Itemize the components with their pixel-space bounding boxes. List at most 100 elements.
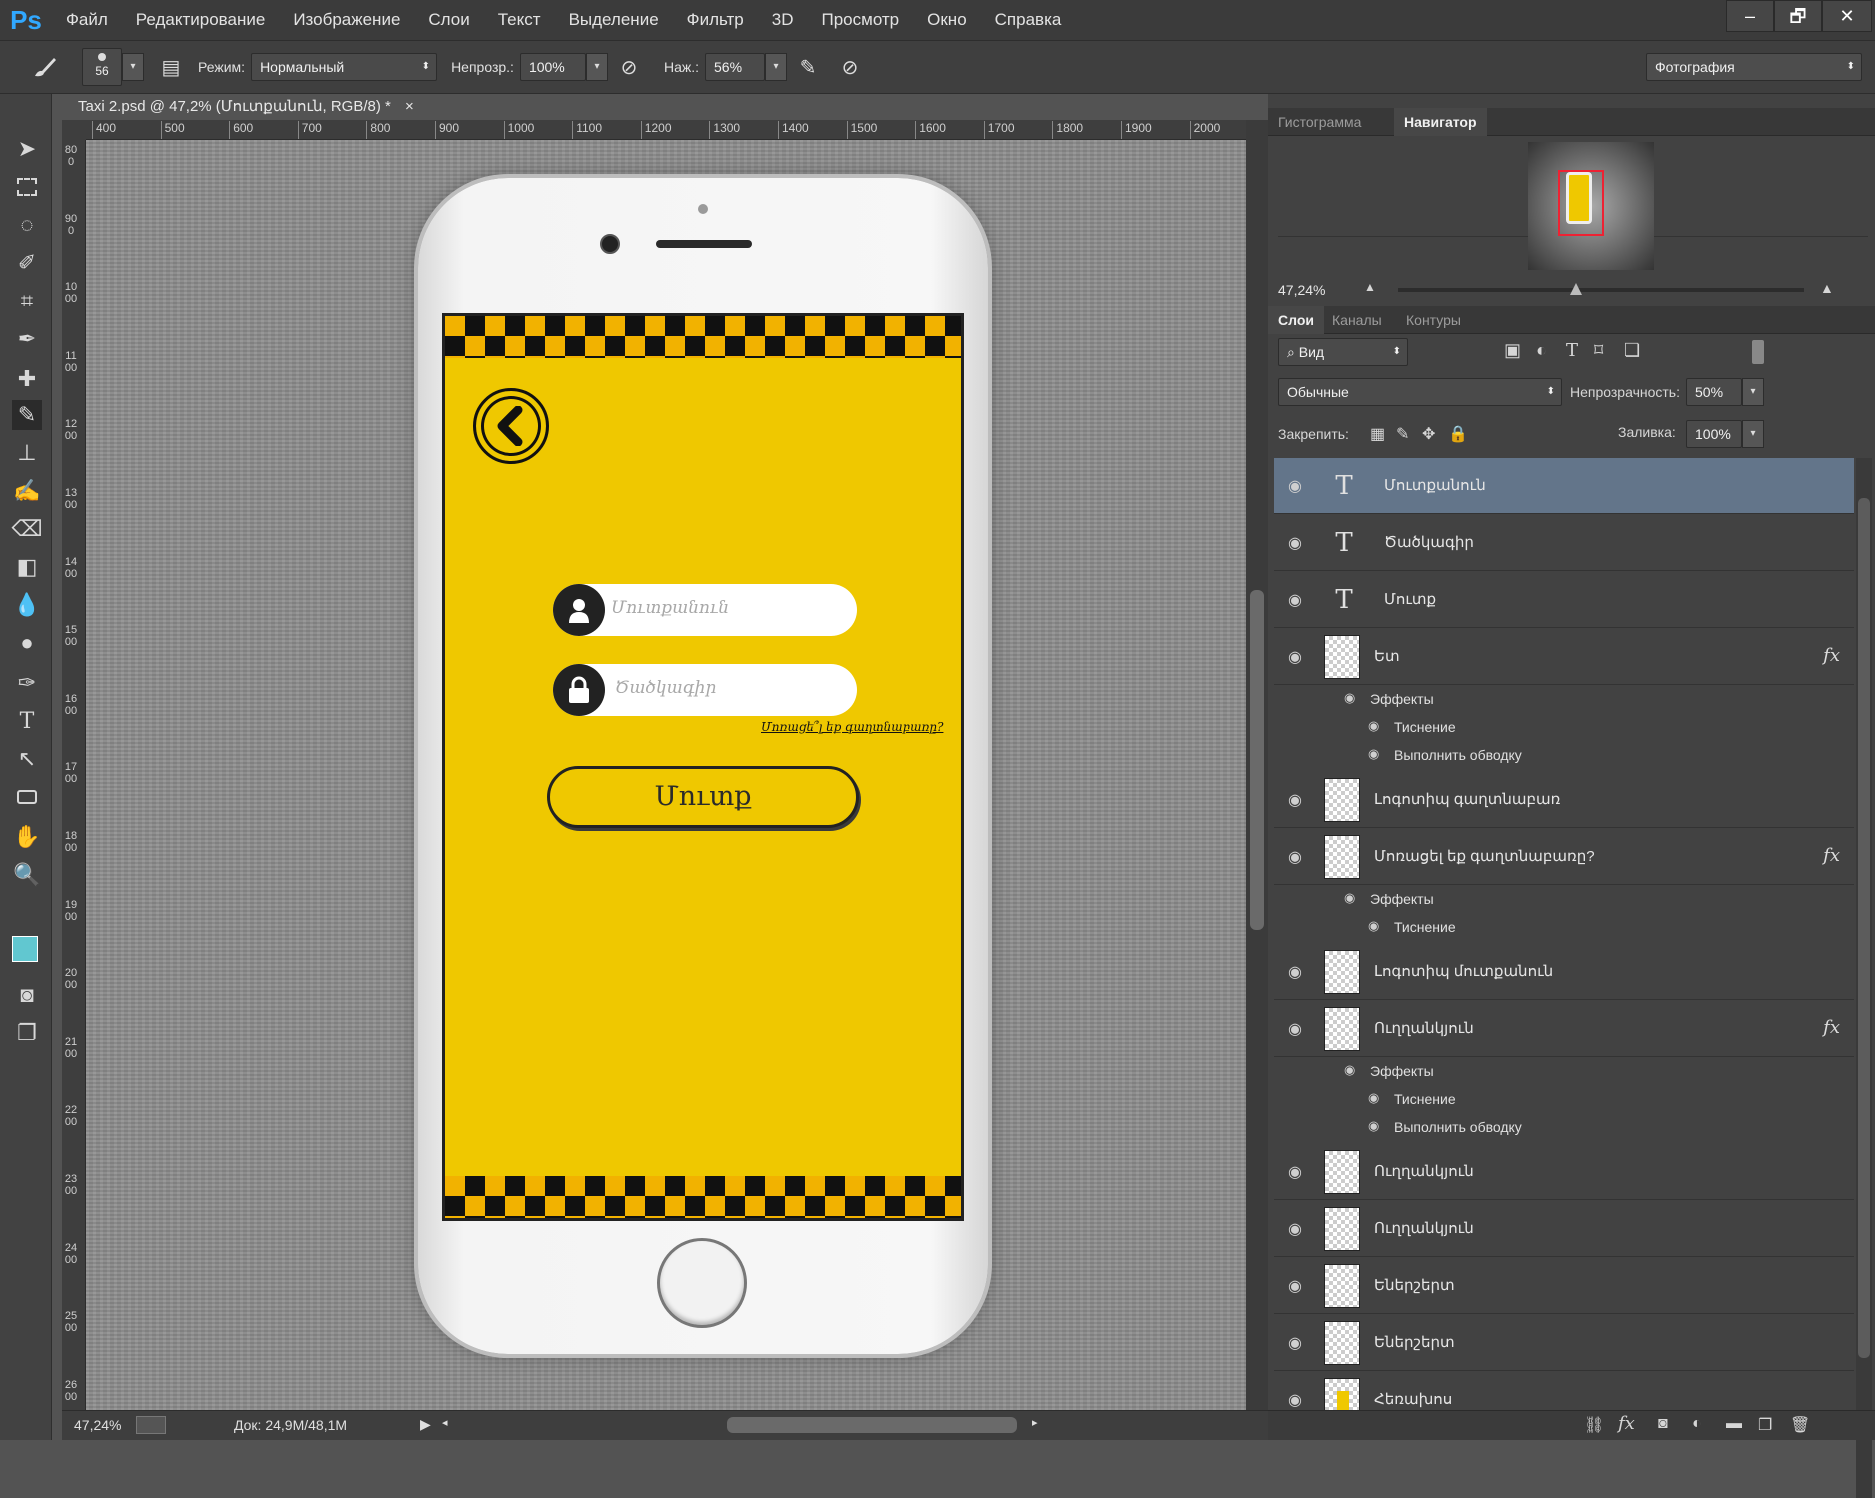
menu-layers[interactable]: Слои [414,0,483,40]
hand-tool-icon[interactable]: ✋ [12,822,42,852]
status-menu-arrow-icon[interactable]: ▶ [420,1416,431,1433]
layer-row[interactable]: ◉ Ուղղանկյուն [1274,1144,1854,1200]
quick-mask-icon[interactable]: ◙ [12,980,42,1010]
filter-smart-object-icon[interactable]: ❏ [1624,340,1640,361]
lock-transparency-icon[interactable]: ▦ [1370,424,1385,444]
zoom-in-icon[interactable]: ▲ [1820,280,1834,296]
navigator-zoom-value[interactable]: 47,24% [1278,282,1325,298]
quick-select-tool-icon[interactable]: ✐ [12,248,42,278]
screen-mode-icon[interactable]: ❐ [12,1018,42,1048]
layer-row[interactable]: ◉ T Մուտքանուն [1274,458,1854,514]
tab-navigator[interactable]: Навигатор [1394,108,1487,136]
menu-filter[interactable]: Фильтр [673,0,758,40]
type-tool-icon[interactable]: T [12,706,42,736]
pressure-opacity-icon[interactable]: ⊘ [614,52,644,82]
move-tool-icon[interactable]: ➤ [12,134,42,164]
minimize-button[interactable]: – [1726,0,1774,32]
effect-row[interactable]: ◉ Тиснение [1274,1086,1854,1114]
restore-button[interactable]: 🗗 [1774,0,1822,32]
layer-row[interactable]: ◉ Եներշերտ [1274,1258,1854,1314]
layer-row[interactable]: ◉ Լոգոտիպ գաղտնաբառ [1274,772,1854,828]
brush-panel-icon[interactable]: ▤ [156,52,186,82]
fx-icon[interactable]: fx [1823,845,1840,866]
effect-row[interactable]: ◉ Тиснение [1274,914,1854,942]
layer-row[interactable]: ◉ Մոռացել եք գաղտնաբառը? fx [1274,829,1854,885]
visibility-eye-icon[interactable]: ◉ [1368,746,1379,762]
fx-icon[interactable]: fx [1823,1017,1840,1038]
visibility-eye-icon[interactable]: ◉ [1282,960,1308,986]
marquee-tool-icon[interactable] [12,172,42,202]
eraser-tool-icon[interactable]: ⌫ [11,514,42,544]
pressure-dropdown[interactable]: ▾ [765,53,787,81]
visibility-eye-icon[interactable]: ◉ [1344,690,1355,706]
visibility-eye-icon[interactable]: ◉ [1368,918,1379,934]
effect-row[interactable]: ◉ Выполнить обводку [1274,742,1854,770]
visibility-eye-icon[interactable]: ◉ [1282,474,1308,500]
menu-type[interactable]: Текст [484,0,555,40]
effects-row[interactable]: ◉ Эффекты [1274,1058,1854,1086]
visibility-eye-icon[interactable]: ◉ [1282,531,1308,557]
menu-file[interactable]: Файл [52,0,122,40]
menu-3d[interactable]: 3D [758,0,808,40]
tab-histogram[interactable]: Гистограмма [1268,108,1371,136]
visibility-eye-icon[interactable]: ◉ [1368,1090,1379,1106]
visibility-eye-icon[interactable]: ◉ [1282,645,1308,671]
scroll-right-icon[interactable]: ▸ [1032,1416,1038,1429]
brush-tool-icon[interactable]: ✎ [12,400,42,430]
rectangle-tool-icon[interactable] [12,782,42,812]
visibility-eye-icon[interactable]: ◉ [1282,588,1308,614]
navigator-view-box[interactable] [1558,170,1604,236]
layer-row[interactable]: ◉ Ուղղանկյուն fx [1274,1001,1854,1057]
filter-type-icon[interactable]: T [1566,340,1578,361]
visibility-eye-icon[interactable]: ◉ [1368,1118,1379,1134]
layer-row[interactable]: ◉ Ուղղանկյուն [1274,1201,1854,1257]
vertical-scroll-thumb[interactable] [1250,590,1264,930]
filter-adjustment-icon[interactable]: ◐ [1536,340,1547,361]
effects-row[interactable]: ◉ Эффекты [1274,686,1854,714]
zoom-preview-icon[interactable] [136,1416,166,1434]
pressure-input[interactable]: 56% [705,53,765,81]
lock-all-icon[interactable]: 🔒 [1448,424,1468,444]
layer-opacity-input[interactable]: 50% [1686,378,1742,406]
tab-channels[interactable]: Каналы [1322,306,1392,334]
tab-layers[interactable]: Слои [1268,306,1324,334]
navigator-zoom-handle[interactable] [1570,283,1582,295]
eyedropper-tool-icon[interactable]: ✒ [12,324,42,354]
layer-row[interactable]: ◉ Եներշերտ [1274,1315,1854,1371]
history-brush-tool-icon[interactable]: ✍ [12,476,42,506]
visibility-eye-icon[interactable]: ◉ [1282,1017,1308,1043]
paint-bucket-tool-icon[interactable]: ◧ [12,552,42,582]
layers-scroll-thumb[interactable] [1858,498,1870,1358]
mode-select[interactable]: Нормальный ⬍ [251,53,438,81]
menu-help[interactable]: Справка [981,0,1076,40]
zoom-out-icon[interactable]: ▲ [1364,280,1376,294]
link-layers-icon[interactable]: ⛓ [1584,1415,1604,1435]
fill-dropdown[interactable]: ▾ [1742,420,1764,448]
fill-input[interactable]: 100% [1686,420,1742,448]
opacity-input[interactable]: 100% [519,53,586,81]
layer-filter-select[interactable]: ⌕ Вид ⬍ [1278,338,1408,366]
menu-edit[interactable]: Редактирование [122,0,280,40]
workspace-select[interactable]: Фотография ⬍ [1646,53,1862,81]
layer-row[interactable]: ◉ Ետ fx [1274,629,1854,685]
lock-position-icon[interactable]: ✥ [1422,424,1435,444]
opacity-dropdown[interactable]: ▾ [585,53,608,81]
filter-shape-icon[interactable]: ⌑ [1594,340,1603,361]
layer-row[interactable]: ◉ T Մուտք [1274,572,1854,628]
document-tab[interactable]: Taxi 2.psd @ 47,2% (Մուտքանուն, RGB/8) *… [54,94,464,120]
dodge-tool-icon[interactable]: ● [12,628,42,658]
airbrush-icon[interactable]: ✎ [793,52,823,82]
filter-pixel-icon[interactable]: ▣ [1504,340,1521,361]
brush-preset-icon[interactable] [30,52,60,82]
horizontal-scroll-thumb[interactable] [727,1417,1017,1433]
layer-row[interactable]: ◉ Լոգոտիպ մուտքանուն [1274,944,1854,1000]
adjustment-layer-icon[interactable]: ◐ [1692,1415,1702,1433]
healing-brush-tool-icon[interactable]: ✚ [12,364,42,394]
visibility-eye-icon[interactable]: ◉ [1344,1062,1355,1078]
filter-toggle[interactable] [1752,340,1764,364]
new-group-icon[interactable]: ▬ [1726,1415,1742,1433]
lasso-tool-icon[interactable]: ◌ [12,210,42,240]
stamp-tool-icon[interactable]: ⊥ [12,438,42,468]
menu-image[interactable]: Изображение [279,0,414,40]
lock-pixels-icon[interactable]: ✎ [1396,424,1409,444]
